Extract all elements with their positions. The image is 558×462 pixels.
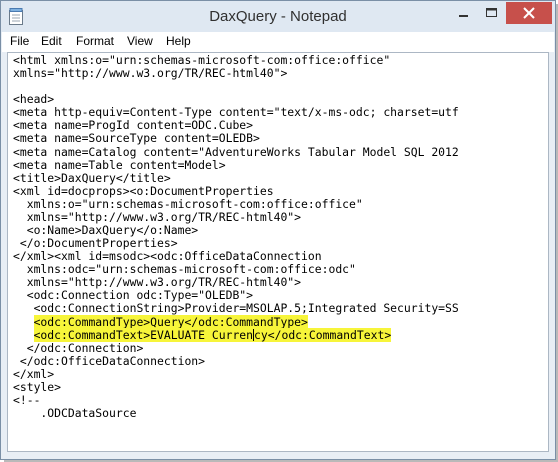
editor-line: </xml> (13, 366, 55, 381)
editor-line: <odc:CommandText>EVALUATE Currency</odc:… (13, 327, 459, 342)
editor-line: </odc:OfficeDataConnection> (13, 353, 206, 368)
editor-line: <odc:ConnectionString>Provider=MSOLAP.5;… (13, 301, 459, 316)
editor-line: <title>DaxQuery</title> (13, 170, 171, 185)
menu-help[interactable]: Help (166, 34, 191, 48)
menu-bar: File Edit Format View Help (2, 32, 554, 52)
close-icon (523, 7, 535, 19)
editor-line: <odc:CommandType>Query</odc:CommandType> (13, 314, 459, 329)
maximize-icon (486, 8, 497, 17)
editor-line: xmlns="http://www.w3.org/TR/REC-html40"> (13, 66, 288, 81)
highlighted-text: <odc:CommandText>EVALUATE Currency</odc:… (33, 327, 392, 342)
editor-line: xmlns:o="urn:schemas-microsoft-com:offic… (13, 196, 363, 211)
menu-view[interactable]: View (127, 34, 153, 48)
close-button[interactable] (506, 2, 552, 24)
minimize-icon (459, 15, 468, 17)
maximize-button[interactable] (478, 2, 505, 24)
editor-line: <xml id=docprops><o:DocumentProperties (13, 183, 274, 198)
editor-line: .ODCDataSource (13, 406, 137, 421)
text-editor[interactable]: <html xmlns:o="urn:schemas-microsoft-com… (7, 52, 549, 452)
editor-line: <meta name=Table content=Model> (13, 157, 226, 172)
editor-line: <style> (13, 379, 62, 394)
menu-edit[interactable]: Edit (41, 34, 62, 48)
text-caret (253, 328, 255, 341)
menu-file[interactable]: File (10, 34, 29, 48)
highlighted-text: <odc:CommandType>Query</odc:CommandType> (33, 314, 308, 329)
editor-line: <meta name=Catalog content="AdventureWor… (13, 144, 459, 159)
editor-line: </odc:Connection> (13, 340, 144, 355)
minimize-button[interactable] (450, 2, 477, 24)
title-bar[interactable]: DaxQuery - Notepad (1, 1, 555, 32)
notepad-window: DaxQuery - Notepad File Edit Format View… (0, 0, 556, 460)
editor-line: <meta name=SourceType content=OLEDB> (13, 131, 260, 146)
editor-content: <html xmlns:o="urn:schemas-microsoft-com… (13, 53, 459, 421)
menu-format[interactable]: Format (76, 34, 114, 48)
